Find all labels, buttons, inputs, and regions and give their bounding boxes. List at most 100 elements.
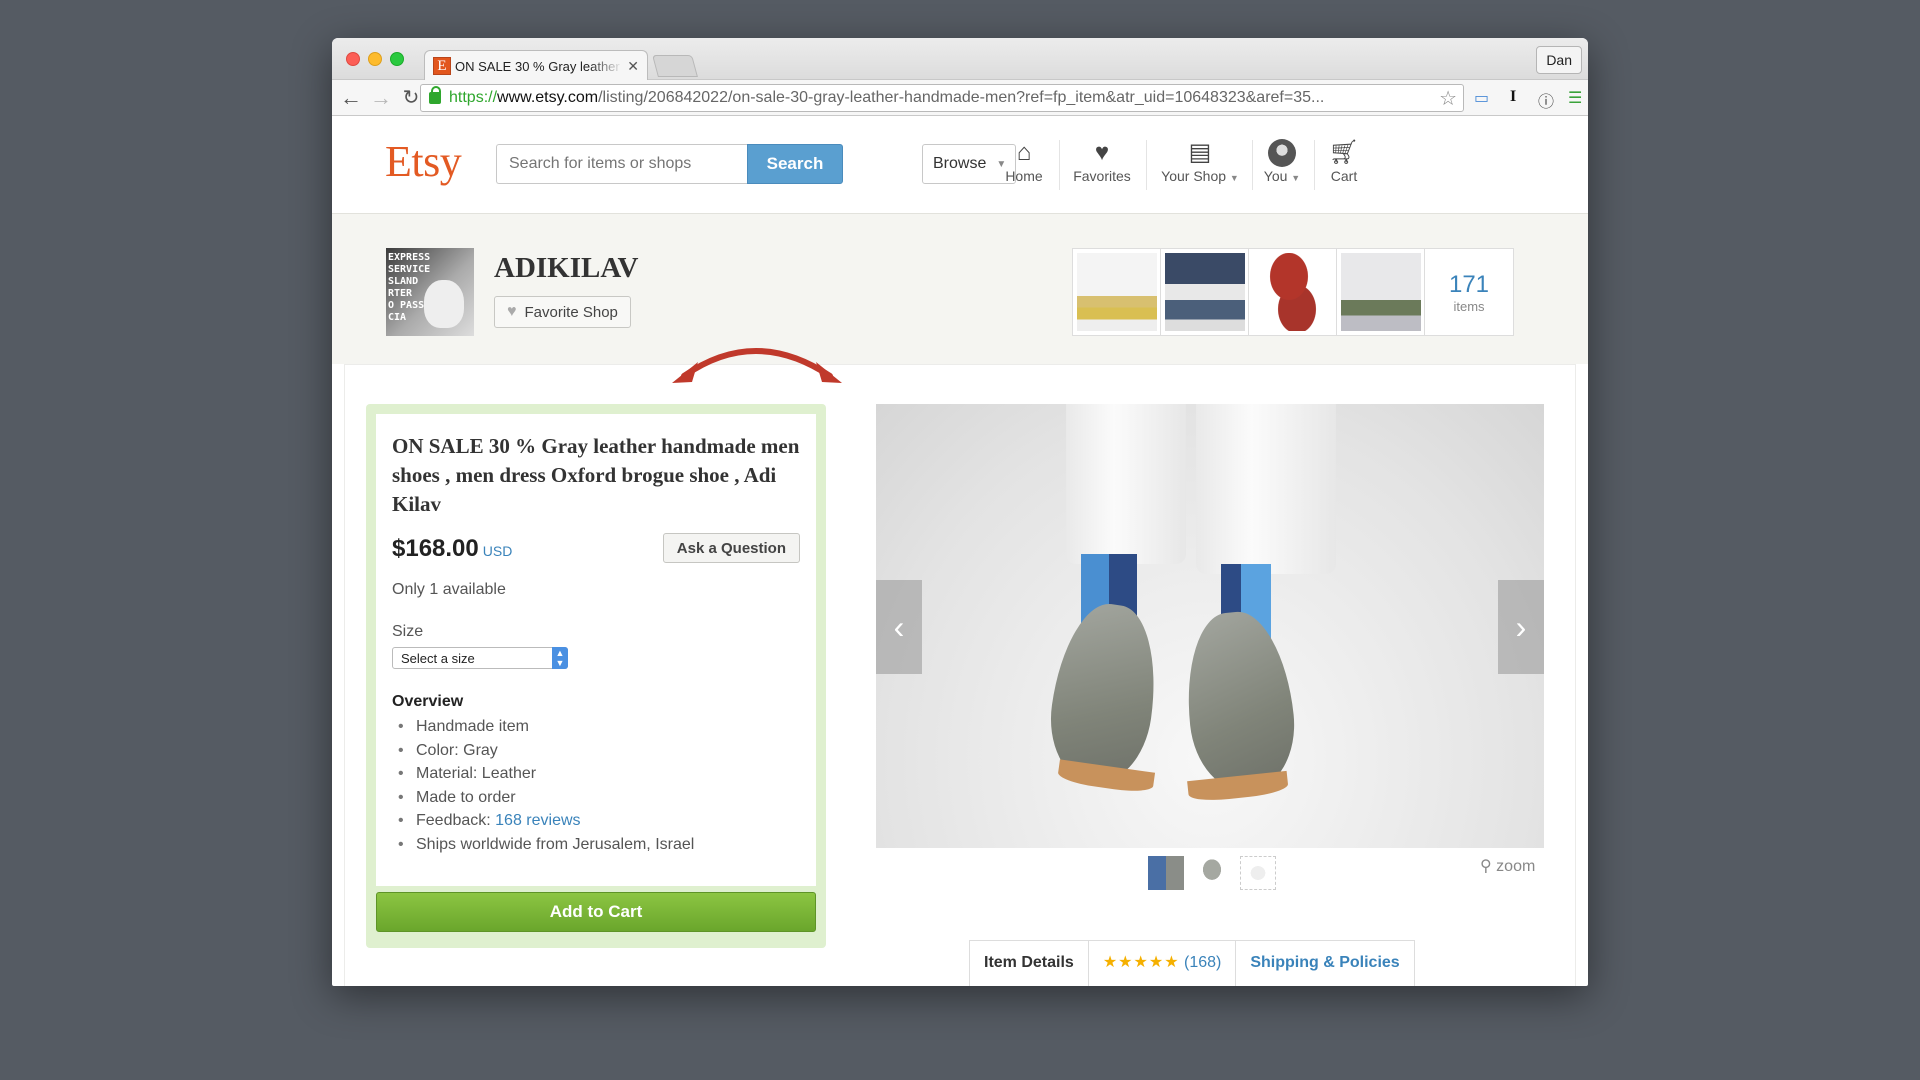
nav-you-label: You <box>1263 168 1288 184</box>
shop-item-count[interactable]: 171 items <box>1424 248 1514 336</box>
home-icon: ⌂ <box>1016 139 1032 166</box>
pant-leg-left <box>1066 404 1186 564</box>
menu-hamburger-icon[interactable]: ☰ <box>1568 88 1582 108</box>
shop-item-thumbnail[interactable] <box>1160 248 1250 336</box>
item-count-label: items <box>1453 299 1485 314</box>
close-window-button[interactable] <box>346 52 360 66</box>
shop-banner: EXPRESS SERVICE SLAND RTER O PASS CIA ADIKILA… <box>332 214 1588 364</box>
url-host: www.etsy.com <box>497 89 599 106</box>
tab-reviews[interactable]: ★★★★★ (168) <box>1089 941 1237 986</box>
nav-home-label: Home <box>1005 168 1043 184</box>
shop-item-thumbnail[interactable] <box>1336 248 1426 336</box>
size-select-value: Select a size <box>401 650 475 666</box>
avatar-icon <box>1260 138 1304 168</box>
shop-item-thumbnail[interactable] <box>1248 248 1338 336</box>
image-thumbnails <box>1148 856 1276 890</box>
new-tab-button[interactable] <box>652 55 698 77</box>
image-thumbnail[interactable] <box>1148 856 1184 890</box>
listing-info-card: ON SALE 30 % Gray leather handmade men s… <box>376 414 816 886</box>
back-arrow-icon[interactable]: ← <box>336 85 366 111</box>
add-to-cart-button[interactable]: Add to Cart <box>376 892 816 932</box>
url-scheme: https:// <box>449 89 498 106</box>
size-label: Size <box>392 623 424 640</box>
availability-text: Only 1 available <box>392 581 506 598</box>
shoe-sole-right <box>1187 770 1289 804</box>
etsy-favicon-icon: E <box>433 57 451 75</box>
favorite-shop-button[interactable]: ♥ Favorite Shop <box>494 296 631 328</box>
browser-toolbar: ← → ↻ https://www.etsy.com/listing/20684… <box>332 80 1588 116</box>
site-header: Etsy Search Browse ▼ ⌂ Home ♥ Favorites … <box>332 116 1588 214</box>
search-input[interactable] <box>496 144 748 184</box>
browse-label: Browse <box>933 155 987 172</box>
ask-question-button[interactable]: Ask a Question <box>662 533 800 563</box>
nav-favorites[interactable]: ♥ Favorites <box>1070 138 1134 194</box>
window-controls <box>346 52 404 66</box>
item-count-number: 171 <box>1448 271 1490 298</box>
nav-cart-label: Cart <box>1330 168 1358 184</box>
listing-tabs: Item Details ★★★★★ (168) Shipping & Poli… <box>969 940 1415 986</box>
listing-price: $168.00 <box>392 535 479 562</box>
select-arrows-icon: ▲ ▼ <box>552 647 568 669</box>
image-thumbnail[interactable] <box>1240 856 1276 890</box>
bookmark-star-icon[interactable]: ☆ <box>1433 86 1457 111</box>
browser-tab-active[interactable]: E ON SALE 30 % Gray leather handmade men… <box>424 50 648 81</box>
nav-favorites-label: Favorites <box>1073 168 1131 184</box>
magnifier-icon: ⚲ <box>1480 858 1492 875</box>
product-main-image[interactable]: ‹ › <box>876 404 1544 848</box>
list-item-feedback: Feedback: 168 reviews <box>392 809 800 833</box>
overview-list: Handmade item Color: Gray Material: Leat… <box>392 715 800 856</box>
lock-icon <box>429 86 441 104</box>
shop-item-thumbnail[interactable] <box>1072 248 1162 336</box>
next-image-arrow-icon[interactable]: › <box>1498 580 1544 674</box>
browser-tab-bar: E ON SALE 30 % Gray leather handmade men… <box>332 38 1588 81</box>
previous-image-arrow-icon[interactable]: ‹ <box>876 580 922 674</box>
nav-your-shop[interactable]: ▤ Your Shop ▼ <box>1158 138 1242 194</box>
instapaper-extension-icon[interactable]: I <box>1510 88 1516 106</box>
shop-avatar[interactable]: EXPRESS SERVICE SLAND RTER O PASS CIA <box>386 248 474 336</box>
etsy-logo[interactable]: Etsy <box>385 136 462 187</box>
listing-title: ON SALE 30 % Gray leather handmade men s… <box>392 434 800 516</box>
nav-home[interactable]: ⌂ Home <box>1000 138 1048 194</box>
nav-your-shop-label: Your Shop <box>1161 168 1227 184</box>
list-item: Made to order <box>392 786 800 810</box>
list-item: Handmade item <box>392 715 800 739</box>
currency-code[interactable]: USD <box>483 543 513 559</box>
shop-icon: ▤ <box>1188 139 1212 166</box>
cart-icon: 🛒︎ <box>1328 139 1360 166</box>
nav-divider <box>1252 140 1253 190</box>
url-path: /listing/206842022/on-sale-30-gray-leath… <box>598 89 1325 106</box>
nav-divider <box>1059 140 1060 190</box>
tab-close-icon[interactable]: ✕ <box>627 58 639 75</box>
onepassword-extension-icon[interactable]: ⓘ <box>1538 88 1554 112</box>
list-item: Color: Gray <box>392 739 800 763</box>
profile-button[interactable]: Dan <box>1536 46 1582 74</box>
nav-cart[interactable]: 🛒︎ Cart <box>1324 138 1364 194</box>
listing-info-panel: ON SALE 30 % Gray leather handmade men s… <box>366 404 826 948</box>
tab-shipping-policies[interactable]: Shipping & Policies <box>1236 941 1413 986</box>
price-row: $168.00 USD Ask a Question <box>392 533 800 569</box>
address-bar[interactable]: https://www.etsy.com/listing/206842022/o… <box>420 84 1464 112</box>
tab-title: ON SALE 30 % Gray leather handmade men s… <box>455 58 623 74</box>
cast-extension-icon[interactable]: ▭ <box>1474 88 1489 108</box>
image-thumbnail[interactable] <box>1194 856 1230 890</box>
nav-you[interactable]: You ▼ <box>1260 138 1304 194</box>
maximize-window-button[interactable] <box>390 52 404 66</box>
heart-icon: ♥ <box>1094 139 1110 166</box>
feedback-prefix: Feedback: <box>416 812 496 829</box>
shop-name[interactable]: ADIKILAV <box>494 252 639 285</box>
annotation-double-arrow <box>672 348 842 383</box>
overview-heading: Overview <box>392 693 464 710</box>
favorite-shop-label: Favorite Shop <box>524 303 618 321</box>
size-select[interactable]: Select a size ▲ ▼ <box>392 647 568 669</box>
zoom-control[interactable]: ⚲ zoom <box>1480 856 1535 876</box>
shop-owner-photo <box>424 280 464 328</box>
reviews-link[interactable]: 168 reviews <box>495 812 580 829</box>
pant-leg-right <box>1196 404 1336 574</box>
browser-window: E ON SALE 30 % Gray leather handmade men… <box>332 38 1588 986</box>
minimize-window-button[interactable] <box>368 52 382 66</box>
tab-item-details[interactable]: Item Details <box>970 941 1089 986</box>
list-item: Material: Leather <box>392 762 800 786</box>
search-button[interactable]: Search <box>747 144 843 184</box>
forward-arrow-icon[interactable]: → <box>366 85 396 111</box>
chevron-down-icon: ▼ <box>1229 173 1239 183</box>
